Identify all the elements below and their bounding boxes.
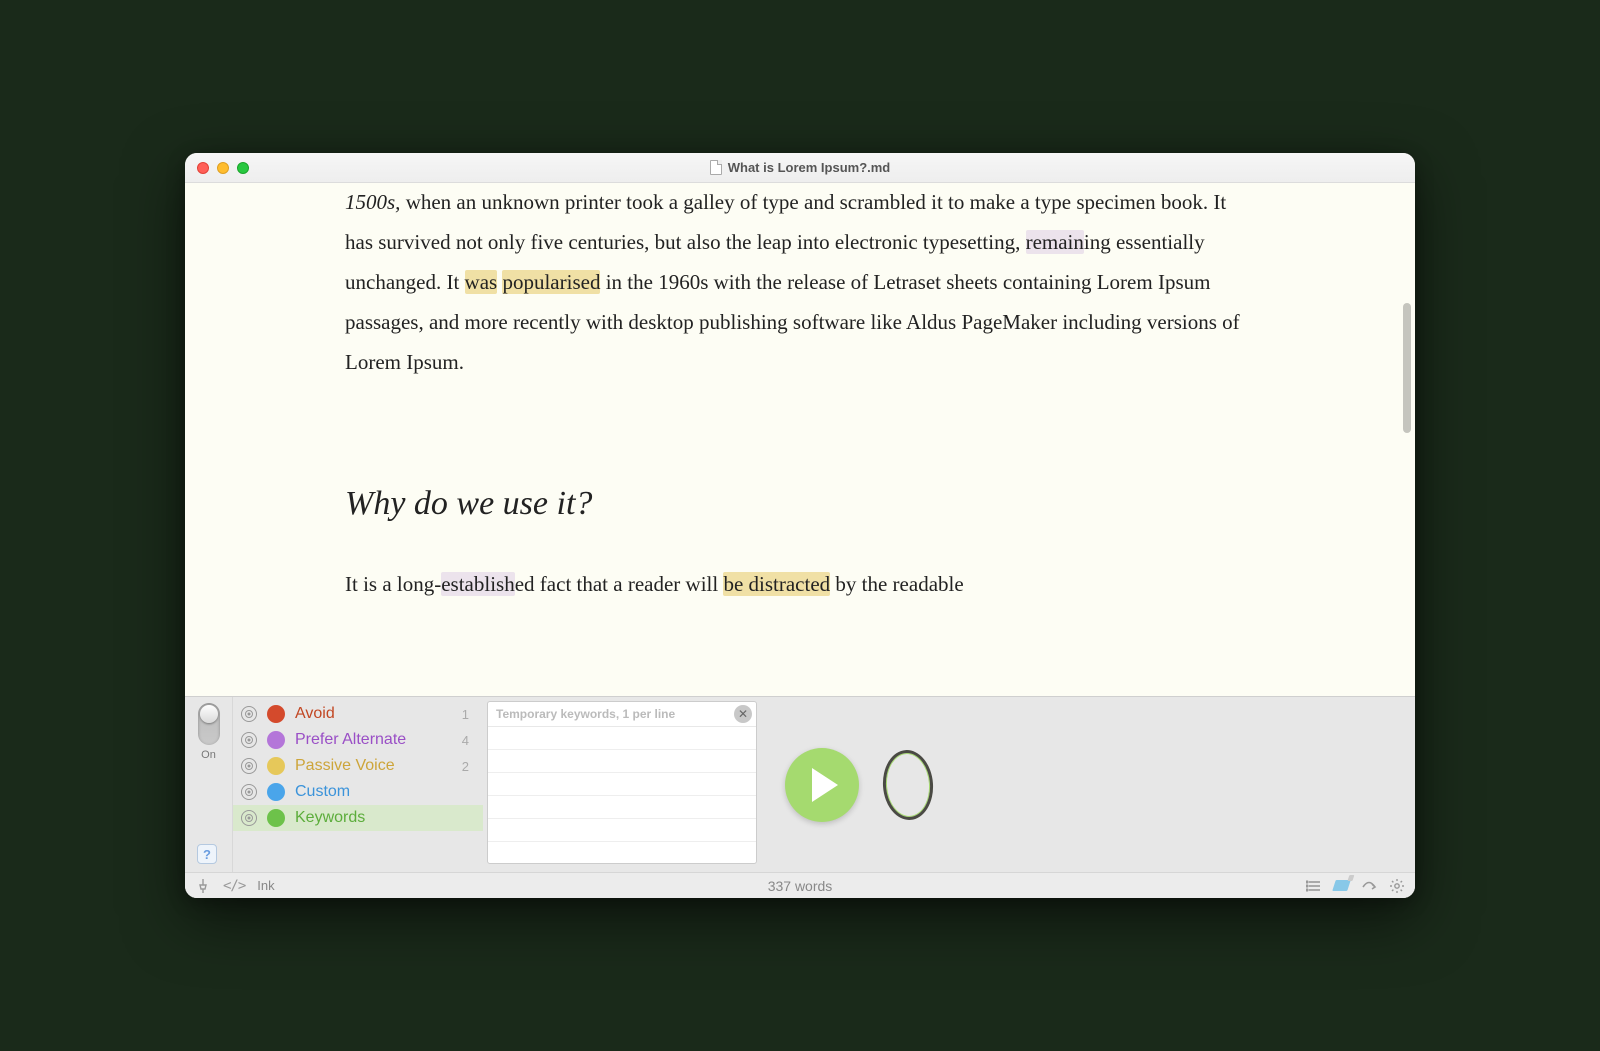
- share-icon[interactable]: [1361, 878, 1377, 894]
- list-icon[interactable]: [1306, 878, 1322, 894]
- switch-label: On: [201, 749, 216, 761]
- help-button[interactable]: ?: [197, 844, 217, 864]
- target-icon[interactable]: [241, 758, 257, 774]
- category-label: Keywords: [295, 809, 459, 827]
- keywords-textbox[interactable]: Temporary keywords, 1 per line ✕: [487, 701, 757, 864]
- keywords-placeholder: Temporary keywords, 1 per line: [496, 707, 675, 721]
- color-dot: [267, 705, 285, 723]
- titlebar: What is Lorem Ipsum?.md: [185, 153, 1415, 183]
- color-dot: [267, 809, 285, 827]
- color-dot: [267, 783, 285, 801]
- color-dot: [267, 731, 285, 749]
- highlight-passive-voice[interactable]: was: [465, 270, 498, 294]
- zoom-window-button[interactable]: [237, 162, 249, 174]
- target-icon[interactable]: [241, 810, 257, 826]
- ink-toggle-switch[interactable]: [198, 703, 220, 745]
- text: ed fact that a reader will: [515, 572, 724, 596]
- target-icon[interactable]: [241, 784, 257, 800]
- mode-label[interactable]: Ink: [257, 878, 274, 893]
- keywords-column: Temporary keywords, 1 per line ✕: [483, 697, 763, 872]
- close-window-button[interactable]: [197, 162, 209, 174]
- play-icon: [812, 768, 838, 802]
- target-icon[interactable]: [241, 706, 257, 722]
- highlight-passive-voice[interactable]: be distracted: [723, 572, 830, 596]
- highlight-prefer-alternate[interactable]: establish: [441, 572, 515, 596]
- category-count: 2: [462, 759, 473, 774]
- text-italic: 1500s,: [345, 190, 400, 214]
- category-passive-voice[interactable]: Passive Voice 2: [233, 753, 483, 779]
- status-bar: </> Ink 337 words: [185, 872, 1415, 898]
- category-label: Passive Voice: [295, 757, 452, 775]
- category-avoid[interactable]: Avoid 1: [233, 701, 483, 727]
- highlight-passive-voice[interactable]: popularised: [502, 270, 600, 294]
- category-custom[interactable]: Custom: [233, 779, 483, 805]
- document-editor[interactable]: 1500s, when an unknown printer took a ga…: [185, 183, 1415, 696]
- scrollbar-thumb[interactable]: [1403, 303, 1411, 433]
- highlight-prefer-alternate[interactable]: remain: [1026, 230, 1084, 254]
- category-prefer-alternate[interactable]: Prefer Alternate 4: [233, 727, 483, 753]
- pin-icon[interactable]: [195, 878, 211, 894]
- ink-panel: On ? Avoid 1 Prefer Alternate 4 Passive Voic…: [185, 696, 1415, 898]
- switch-column: On ?: [185, 697, 233, 872]
- keywords-lines: [488, 727, 756, 864]
- play-button[interactable]: [785, 748, 859, 822]
- play-column: [763, 697, 1415, 872]
- window-title: What is Lorem Ipsum?.md: [185, 160, 1415, 175]
- text: It is a long-: [345, 572, 441, 596]
- category-count: 4: [462, 733, 473, 748]
- code-view-icon[interactable]: </>: [223, 878, 245, 894]
- category-label: Avoid: [295, 705, 452, 723]
- category-count: 1: [462, 707, 473, 722]
- heading-why-do-we-use-it[interactable]: Why do we use it?: [345, 472, 1255, 537]
- progress-oval: [881, 748, 936, 821]
- highlighter-icon[interactable]: [1334, 880, 1349, 891]
- target-icon[interactable]: [241, 732, 257, 748]
- category-label: Prefer Alternate: [295, 731, 452, 749]
- editor-area: 1500s, when an unknown printer took a ga…: [185, 183, 1415, 696]
- paragraph-1[interactable]: 1500s, when an unknown printer took a ga…: [345, 183, 1255, 382]
- color-dot: [267, 757, 285, 775]
- close-icon[interactable]: ✕: [734, 705, 752, 723]
- document-icon: [710, 160, 722, 175]
- word-count: 337 words: [185, 878, 1415, 894]
- category-label: Custom: [295, 783, 459, 801]
- window-title-text: What is Lorem Ipsum?.md: [728, 160, 891, 175]
- traffic-lights: [197, 162, 249, 174]
- minimize-window-button[interactable]: [217, 162, 229, 174]
- category-list: Avoid 1 Prefer Alternate 4 Passive Voice 2Cus…: [233, 697, 483, 872]
- text: by the readable: [830, 572, 964, 596]
- gear-icon[interactable]: [1389, 878, 1405, 894]
- app-window: What is Lorem Ipsum?.md 1500s, when an u…: [185, 153, 1415, 898]
- paragraph-2[interactable]: It is a long-established fact that a rea…: [345, 565, 1255, 605]
- category-keywords[interactable]: Keywords: [233, 805, 483, 831]
